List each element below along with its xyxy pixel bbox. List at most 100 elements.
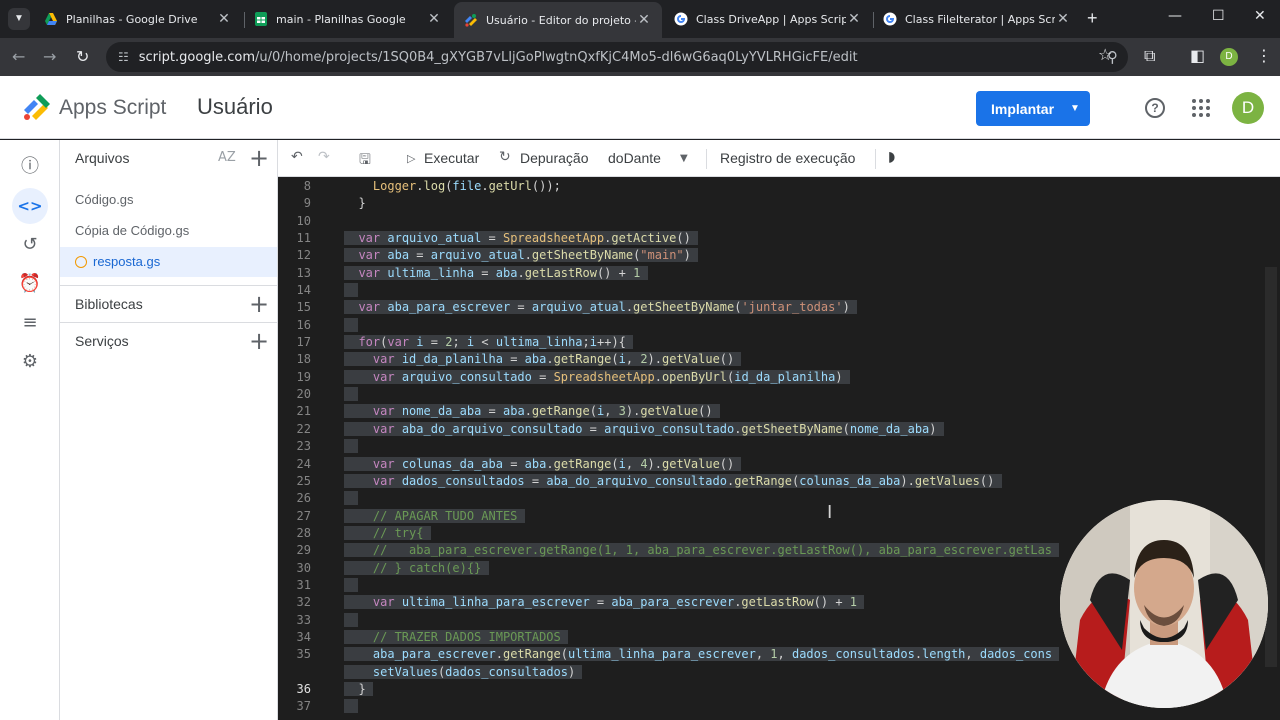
code-text: var aba = arquivo_atual.getSheetByName("… xyxy=(344,247,699,264)
back-icon[interactable]: ← xyxy=(12,47,25,66)
tab-title: Class DriveApp | Apps Script xyxy=(696,12,846,26)
browser-profile-avatar[interactable]: D xyxy=(1220,48,1238,66)
run-play-icon[interactable]: ▷ xyxy=(407,152,415,165)
run-button[interactable]: Executar xyxy=(424,150,479,166)
code-line[interactable]: 15 var aba_para_escrever = arquivo_atual… xyxy=(278,299,1280,316)
help-icon[interactable]: ? xyxy=(1145,98,1165,118)
info-icon[interactable]: ⓘ xyxy=(12,149,48,185)
tab-search-icon[interactable]: ▼ xyxy=(8,8,30,30)
services-label: Serviços xyxy=(75,333,129,349)
browser-tab-active[interactable]: Usuário - Editor do projeto - Apps Scrip… xyxy=(454,2,662,38)
services-section[interactable]: Serviços + xyxy=(60,322,277,359)
sort-az-icon[interactable]: AZ xyxy=(218,150,236,165)
code-text: // aba_para_escrever.getRange(1, 1, aba_… xyxy=(344,542,1060,559)
extensions-icon[interactable]: ⧉ xyxy=(1144,46,1155,66)
tab-title: Class FileIterator | Apps Script xyxy=(905,12,1055,26)
add-file-icon[interactable]: + xyxy=(249,146,269,170)
execution-log-button[interactable]: Registro de execução xyxy=(720,150,855,166)
avatar[interactable]: D xyxy=(1232,92,1264,124)
code-text: // try{ xyxy=(344,525,431,542)
code-text: var ultima_linha = aba.getLastRow() + 1 xyxy=(344,265,648,282)
theme-toggle-icon[interactable]: ◗ xyxy=(888,149,895,165)
file-item-selected[interactable]: resposta.gs xyxy=(60,247,277,277)
code-line[interactable]: 23 xyxy=(278,438,1280,455)
line-number: 10 xyxy=(296,213,311,228)
executions-icon[interactable]: ≡ xyxy=(12,305,48,341)
close-icon[interactable]: ✕ xyxy=(1055,11,1071,27)
undo-icon[interactable]: ↶ xyxy=(291,149,303,165)
line-number: 17 xyxy=(296,335,311,350)
new-tab-button[interactable]: + xyxy=(1087,8,1098,28)
bookmark-star-icon[interactable]: ☆ xyxy=(1098,45,1112,64)
text-cursor-icon: I xyxy=(827,502,833,523)
line-number: 9 xyxy=(303,196,311,211)
menu-kebab-icon[interactable]: ⋮ xyxy=(1256,46,1272,65)
forward-icon[interactable]: → xyxy=(43,47,56,66)
code-line[interactable]: 14 xyxy=(278,282,1280,299)
function-dropdown-icon[interactable]: ▼ xyxy=(680,153,688,164)
file-item[interactable]: Cópia de Código.gs xyxy=(60,216,277,246)
side-panel-icon[interactable]: ◧ xyxy=(1190,46,1205,65)
code-editor-icon[interactable]: <> xyxy=(12,188,48,224)
code-line[interactable]: 13 var ultima_linha = aba.getLastRow() +… xyxy=(278,265,1280,282)
close-icon[interactable]: ✕ xyxy=(216,11,232,27)
history-icon[interactable]: ↺ xyxy=(12,227,48,263)
minimize-icon[interactable]: — xyxy=(1168,8,1182,24)
close-icon[interactable]: ✕ xyxy=(846,11,862,27)
line-number: 20 xyxy=(296,387,311,402)
code-text xyxy=(344,282,359,299)
code-line[interactable]: 20 xyxy=(278,386,1280,403)
code-line[interactable]: 24 var colunas_da_aba = aba.getRange(i, … xyxy=(278,456,1280,473)
site-info-icon[interactable]: ☷ xyxy=(118,50,129,64)
code-line[interactable]: 12 var aba = arquivo_atual.getSheetByNam… xyxy=(278,247,1280,264)
code-line[interactable]: 8 Logger.log(file.getUrl()); xyxy=(278,178,1280,195)
code-line[interactable]: 25 var dados_consultados = aba_do_arquiv… xyxy=(278,473,1280,490)
close-window-icon[interactable]: ✕ xyxy=(1254,8,1266,24)
add-library-icon[interactable]: + xyxy=(249,292,269,316)
browser-tab[interactable]: main - Planilhas Google ✕ xyxy=(244,4,452,34)
line-number: 33 xyxy=(296,612,311,627)
google-apps-icon[interactable] xyxy=(1192,99,1210,117)
deploy-button[interactable]: Implantar ▼ xyxy=(976,91,1090,126)
triggers-alarm-icon[interactable]: ⏰ xyxy=(12,266,48,302)
debug-button[interactable]: Depuração xyxy=(520,150,589,166)
function-select[interactable]: doDante xyxy=(608,150,661,166)
code-line[interactable]: 16 xyxy=(278,317,1280,334)
apps-script-logo xyxy=(24,94,50,120)
debug-icon[interactable]: ↻ xyxy=(499,149,511,165)
code-line[interactable]: 22 var aba_do_arquivo_consultado = arqui… xyxy=(278,421,1280,438)
code-line[interactable]: 9 } xyxy=(278,195,1280,212)
maximize-icon[interactable]: ☐ xyxy=(1212,8,1225,24)
line-number: 27 xyxy=(296,508,311,523)
code-line[interactable]: 11 var arquivo_atual = SpreadsheetApp.ge… xyxy=(278,230,1280,247)
settings-gear-icon[interactable]: ⚙ xyxy=(12,344,48,380)
code-line[interactable]: 21 var nome_da_aba = aba.getRange(i, 3).… xyxy=(278,403,1280,420)
redo-icon[interactable]: ↷ xyxy=(318,149,330,165)
browser-tab[interactable]: Planilhas - Google Drive ✕ xyxy=(34,4,242,34)
close-icon[interactable]: ✕ xyxy=(636,12,652,28)
address-bar[interactable]: ☷ script.google.com/u/0/home/projects/1S… xyxy=(106,42,1128,72)
reload-icon[interactable]: ↻ xyxy=(76,47,89,66)
project-title[interactable]: Usuário xyxy=(197,94,273,120)
code-line[interactable]: 19 var arquivo_consultado = SpreadsheetA… xyxy=(278,369,1280,386)
browser-tab[interactable]: Class DriveApp | Apps Script ✕ xyxy=(664,4,872,34)
browser-tab[interactable]: Class FileIterator | Apps Script ✕ xyxy=(873,4,1081,34)
file-item[interactable]: Código.gs xyxy=(60,185,277,215)
line-number: 11 xyxy=(296,231,311,246)
files-panel: Arquivos AZ + Código.gs Cópia de Código.… xyxy=(60,140,278,720)
code-text: var dados_consultados = aba_do_arquivo_c… xyxy=(344,473,1002,490)
browser-tab-strip: ▼ Planilhas - Google Drive ✕ main - Plan… xyxy=(0,0,1280,38)
close-icon[interactable]: ✕ xyxy=(426,11,442,27)
line-number: 12 xyxy=(296,248,311,263)
code-text xyxy=(344,317,359,334)
code-line[interactable]: 17 for(var i = 2; i < ultima_linha;i++){ xyxy=(278,334,1280,351)
code-text: var arquivo_atual = SpreadsheetApp.getAc… xyxy=(344,230,699,247)
code-line[interactable]: 10 xyxy=(278,213,1280,230)
add-service-icon[interactable]: + xyxy=(249,329,269,353)
line-number: 13 xyxy=(296,265,311,280)
tab-title: Usuário - Editor do projeto - Apps Scrip… xyxy=(486,13,636,27)
code-text: // } catch(e){} xyxy=(344,560,489,577)
save-icon[interactable]: 🖫 xyxy=(359,149,371,173)
code-line[interactable]: 18 var id_da_planilha = aba.getRange(i, … xyxy=(278,351,1280,368)
libraries-section[interactable]: Bibliotecas + xyxy=(60,285,277,321)
